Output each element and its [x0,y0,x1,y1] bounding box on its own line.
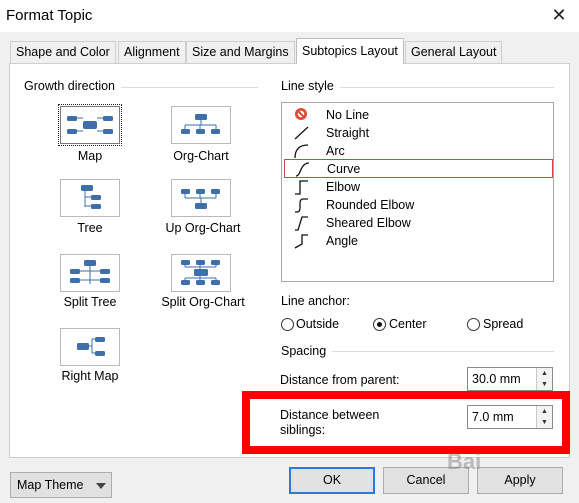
tab-general-layout[interactable]: General Layout [405,41,503,63]
line-style-item[interactable]: Angle [284,232,553,250]
spacing-label: Spacing [281,344,333,358]
sheared-elbow-line-icon [295,216,308,231]
tab-alignment[interactable]: Alignment [118,41,186,63]
spin-up-icon[interactable]: ▲ [537,368,552,379]
radio-center[interactable] [373,318,386,331]
split-tree-layout-icon [70,260,110,284]
map-layout-icon [67,116,113,134]
radio-spread-label[interactable]: Spread [483,317,523,331]
rounded-elbow-line-icon [295,198,308,213]
org-chart-layout-icon [181,114,220,134]
line-style-item[interactable]: Elbow [284,178,553,196]
growth-split-tree-tile[interactable] [60,254,120,292]
line-style-item[interactable]: Arc [284,142,553,160]
growth-tree-label: Tree [77,221,103,235]
growth-right-map-tile[interactable] [60,328,120,366]
growth-split-org-chart-tile[interactable] [171,254,231,292]
line-style-label: Line style [281,79,340,93]
radio-spread[interactable] [467,318,480,331]
growth-map-label: Map [77,149,103,163]
line-style-label-text: Sheared Elbow [326,216,411,230]
arc-line-icon [294,144,309,159]
line-style-item[interactable]: Straight [284,124,553,142]
window-title: Format Topic [6,7,93,24]
tab-size-and-margins[interactable]: Size and Margins [186,41,295,63]
growth-up-org-chart-tile[interactable] [171,179,231,217]
watermark: Bai [447,449,482,474]
curve-line-icon [295,162,310,177]
growth-org-chart-label: Org-Chart [173,149,229,163]
line-style-label-text: Straight [326,126,370,140]
close-icon[interactable]: ✕ [547,3,571,27]
radio-center-label[interactable]: Center [389,317,427,331]
line-style-list[interactable]: No Line Straight Arc Curve Elbow Rounded… [281,102,554,282]
no-line-icon [295,108,307,120]
map-theme-label: Map Theme [17,478,84,492]
line-style-label-text: Curve [327,162,361,176]
line-style-label-text: Elbow [326,180,361,194]
elbow-line-icon [295,180,308,195]
highlight-box [242,391,570,454]
growth-split-tree-label: Split Tree [63,295,117,309]
growth-right-map-label: Right Map [61,369,119,383]
line-style-item-selected[interactable]: Curve [284,159,553,178]
line-anchor-label: Line anchor: [281,294,350,308]
growth-direction-label: Growth direction [24,79,122,93]
growth-org-chart-tile[interactable] [171,106,231,144]
map-theme-button[interactable]: Map Theme [10,472,112,498]
right-map-layout-icon [77,337,105,356]
growth-split-org-chart-label: Split Org-Chart [161,295,245,309]
distance-from-parent-spinner[interactable]: ▲ ▼ [467,367,553,391]
tree-layout-icon [81,185,101,209]
line-style-label-text: Rounded Elbow [326,198,415,212]
line-style-label-text: Arc [326,144,345,158]
angle-line-icon [294,234,308,249]
tab-subtopics-layout[interactable]: Subtopics Layout [296,38,404,64]
line-style-label-text: Angle [326,234,358,248]
line-style-item[interactable]: Rounded Elbow [284,196,553,214]
spin-down-icon[interactable]: ▼ [537,379,552,390]
line-style-label-text: No Line [326,108,370,122]
line-style-item[interactable]: No Line [284,106,553,124]
up-org-chart-layout-icon [181,189,220,209]
ok-button[interactable]: OK [289,467,375,494]
growth-map-tile[interactable] [58,104,122,146]
split-org-chart-layout-icon [181,260,220,285]
growth-up-org-chart-label: Up Org-Chart [165,221,241,235]
distance-from-parent-label: Distance from parent: [280,373,400,387]
radio-outside-label[interactable]: Outside [296,317,339,331]
spinner-buttons: ▲ ▼ [536,368,552,390]
line-style-item[interactable]: Sheared Elbow [284,214,553,232]
chevron-down-icon [96,483,106,489]
title-bar: Format Topic ✕ [0,0,579,32]
growth-tree-tile[interactable] [60,179,120,217]
straight-line-icon [294,126,309,140]
apply-button[interactable]: Apply [477,467,563,494]
tab-shape-and-color[interactable]: Shape and Color [10,41,116,63]
radio-outside[interactable] [281,318,294,331]
distance-from-parent-input[interactable] [470,370,532,388]
